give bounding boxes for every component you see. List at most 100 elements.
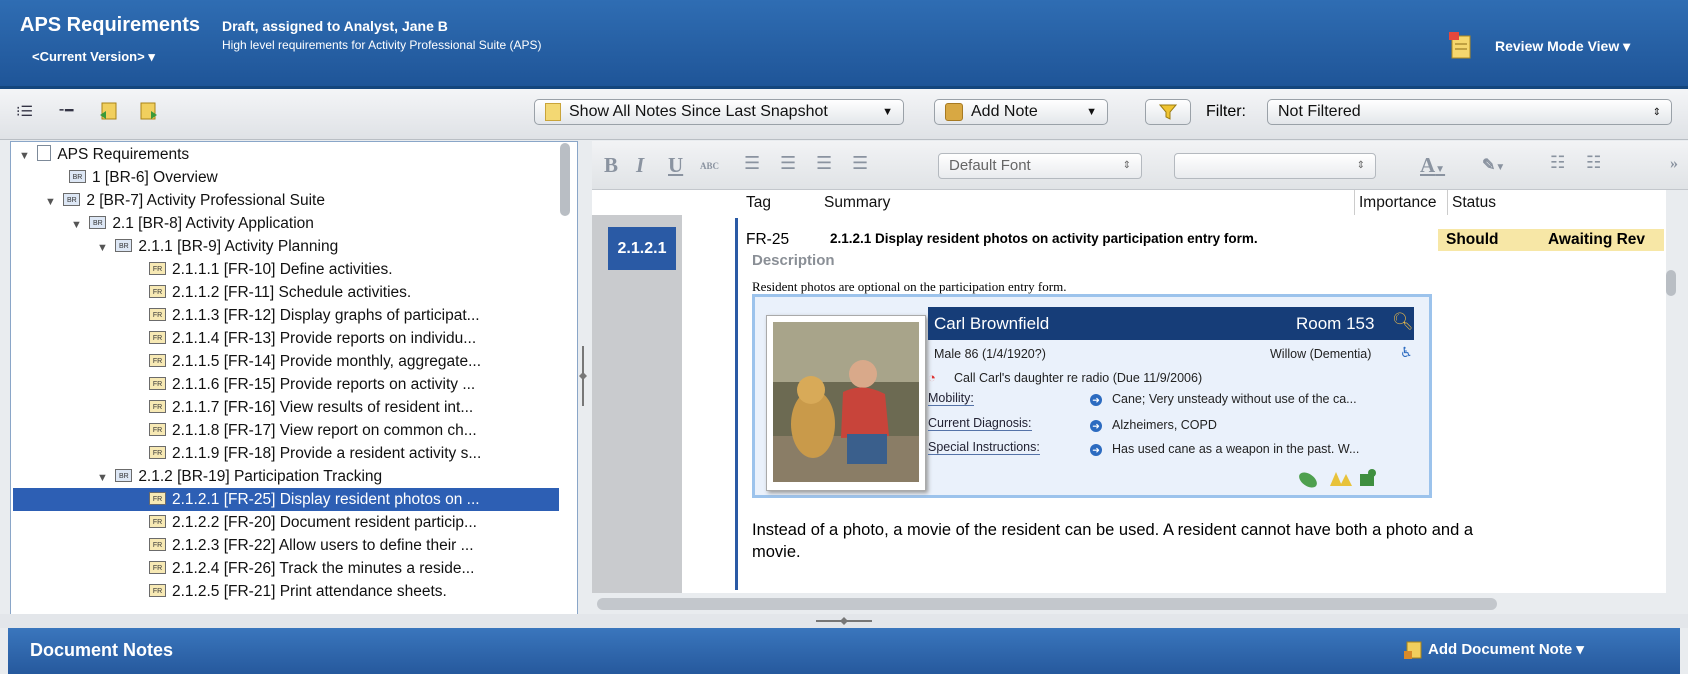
underline-button[interactable]: U [668,153,683,178]
filter-button[interactable] [1145,99,1191,125]
fr-icon: FR [149,561,166,575]
expand-triangle-icon[interactable]: ▼ [19,145,33,168]
numbered-list-icon[interactable]: ☷ [1586,153,1601,173]
tree-item[interactable]: FR 2.1.1.2 [FR-11] Schedule activities. [149,281,411,304]
funnel-icon [1159,104,1177,120]
tree-label: 2.1.1.3 [FR-12] Display graphs of partic… [172,307,480,324]
align-right-icon[interactable]: ☰ [816,153,832,174]
description-text: Resident photos are optional on the part… [752,279,1067,294]
collapse-all-icon[interactable]: ⁃━ [58,102,73,119]
review-mode-icon[interactable] [1449,30,1473,60]
font-select[interactable]: Default Font ⇕ [938,153,1142,179]
fr-icon: FR [149,331,166,345]
version-selector[interactable]: <Current Version> ▾ [32,49,155,65]
tree-item[interactable]: FR 2.1.2.3 [FR-22] Allow users to define … [149,534,474,557]
br-icon: BR [89,216,107,230]
mobility-row: ➜ Cane; Very unsteady without use of the … [1090,392,1357,406]
tree-item[interactable]: FR 2.1.1.5 [FR-14] Provide monthly, aggre… [149,350,481,373]
bullet-list-icon[interactable]: ☷ [1550,153,1565,173]
requirement-tag: FR-25 [746,231,790,248]
resident-room: Room 153 [1296,314,1375,333]
tree-item[interactable]: FR 2.1.2.2 [FR-20] Document resident part… [149,511,477,534]
tree-item[interactable]: FR 2.1.1.6 [FR-15] Provide reports on act… [149,373,475,396]
filter-label: Filter: [1206,103,1246,120]
resident-name: Carl Brownfield [934,314,1050,333]
arrow-right-icon: ➜ [1090,444,1102,456]
tree-item-selected[interactable]: FR 2.1.2.1 [FR-25] Display resident photo… [13,488,559,511]
note-icon [545,103,561,121]
fr-icon: FR [149,446,166,460]
add-document-note-icon[interactable] [1404,640,1424,660]
demote-icon[interactable] [138,101,158,121]
text-color-button[interactable]: A▼ [1420,153,1445,178]
font-select-value: Default Font [949,157,1031,174]
bold-button[interactable]: B [604,153,618,178]
tree-item[interactable]: FR 2.1.1.7 [FR-16] View results of reside… [149,396,473,419]
tree-item[interactable]: ▼ BR 2 [BR-7] Activity Professional Suite [45,189,325,212]
filter-select[interactable]: Not Filtered ⇕ [1267,99,1672,125]
add-note-button[interactable]: Add Note ▼ [934,99,1108,125]
tree-root[interactable]: ▼ APS Requirements [19,143,189,166]
content-scrollbar[interactable] [1666,270,1676,296]
tree-item[interactable]: FR 2.1.2.4 [FR-26] Track the minutes a re… [149,557,474,580]
tree-scrollbar[interactable] [560,143,570,216]
col-status[interactable]: Status [1447,190,1496,215]
font-size-select[interactable]: ⇕ [1174,153,1376,179]
expand-triangle-icon[interactable]: ▼ [97,467,111,490]
justify-icon[interactable]: ☰ [852,153,868,174]
requirement-summary[interactable]: 2.1.2.1 Display resident photos on activ… [830,231,1258,246]
horizontal-splitter[interactable] [0,614,1688,628]
description-heading: Description [752,252,835,269]
requirement-body[interactable]: Instead of a photo, a movie of the resid… [752,519,1512,563]
tree-item[interactable]: ▼ BR 2.1.2 [BR-19] Participation Tracking [97,465,382,488]
overflow-chevron-icon[interactable]: » [1670,155,1678,173]
tree-item[interactable]: FR 2.1.1.4 [FR-13] Provide reports on ind… [149,327,476,350]
add-note-icon [945,103,963,121]
resident-demographics: Male 86 (1/4/1920?) [934,347,1046,361]
tree-item[interactable]: ▼ BR 2.1.1 [BR-9] Activity Planning [97,235,338,258]
expand-all-icon[interactable]: ⁝☰ [16,103,33,120]
expand-triangle-icon[interactable]: ▼ [45,191,59,214]
instructions-row: ➜ Has used cane as a weapon in the past. … [1090,442,1359,456]
tree-item[interactable]: ▼ BR 2.1 [BR-8] Activity Application [71,212,314,235]
tree-item[interactable]: FR 2.1.1.9 [FR-18] Provide a resident act… [149,442,481,465]
col-importance[interactable]: Importance [1354,190,1437,215]
add-document-note-button[interactable]: Add Document Note ▾ [1428,640,1584,658]
tree-label: 2.1.1.4 [FR-13] Provide reports on indiv… [172,330,477,347]
document-status: Draft, assigned to Analyst, Jane B [222,18,448,34]
strikethrough-button[interactable]: ABC [700,161,719,171]
status-value: Awaiting Rev [1548,231,1646,248]
tree-label: 2.1 [BR-8] Activity Application [112,215,314,232]
fr-icon: FR [149,423,166,437]
col-summary[interactable]: Summary [824,194,890,212]
document-description: High level requirements for Activity Pro… [222,38,542,52]
show-notes-dropdown[interactable]: Show All Notes Since Last Snapshot ▼ [534,99,904,125]
reminder-icon: ◔ [928,370,936,385]
horizontal-scrollbar[interactable] [597,598,1497,610]
promote-icon[interactable] [99,101,119,121]
expand-triangle-icon[interactable]: ▼ [71,214,85,237]
align-left-icon[interactable]: ☰ [744,153,760,174]
align-center-icon[interactable]: ☰ [780,153,796,174]
tree-item[interactable]: FR 2.1.1.1 [FR-10] Define activities. [149,258,393,281]
tree-item[interactable]: FR 2.1.2.5 [FR-21] Print attendance sheet… [149,580,447,603]
tree-item[interactable]: BR 1 [BR-6] Overview [69,166,218,189]
walker-icon: ♿︎ [1400,344,1413,360]
expand-triangle-icon[interactable]: ▼ [97,237,111,260]
status-cell[interactable]: Awaiting Rev [1534,229,1664,251]
br-icon: BR [69,170,86,184]
fr-icon: FR [149,308,166,322]
col-tag[interactable]: Tag [746,194,771,212]
diagnosis-value: Alzheimers, COPD [1112,418,1217,432]
show-notes-label: Show All Notes Since Last Snapshot [569,103,828,120]
chevron-down-icon: ▼ [882,106,893,118]
app-title: APS Requirements [20,14,201,36]
vertical-splitter[interactable] [578,141,588,616]
tree-label: 2.1.1.1 [FR-10] Define activities. [172,261,393,278]
fr-icon: FR [149,377,166,391]
italic-button[interactable]: I [636,153,644,178]
highlight-color-button[interactable]: ✎▼ [1482,155,1505,175]
review-mode-dropdown[interactable]: Review Mode View ▾ [1495,38,1630,55]
tree-item[interactable]: FR 2.1.1.3 [FR-12] Display graphs of part… [149,304,480,327]
tree-item[interactable]: FR 2.1.1.8 [FR-17] View report on common … [149,419,477,442]
